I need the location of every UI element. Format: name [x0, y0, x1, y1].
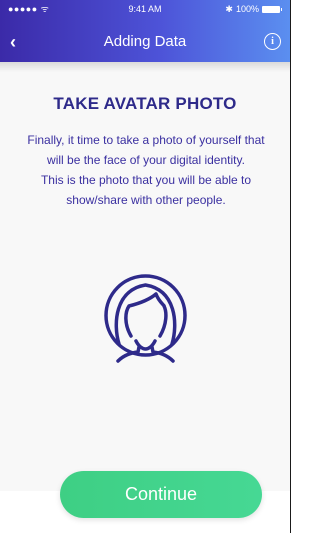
info-icon[interactable]: i	[264, 33, 281, 50]
bluetooth-icon: ✱	[225, 4, 233, 14]
header: ●●●●● ᯤ 9:41 AM ✱ 100% ‹ Adding Data i	[0, 0, 290, 62]
section-heading: TAKE AVATAR PHOTO	[53, 94, 237, 113]
battery-percent: 100%	[235, 4, 259, 14]
phone-screen: ●●●●● ᯤ 9:41 AM ✱ 100% ‹ Adding Data i T…	[0, 0, 291, 533]
avatar-placeholder-icon	[104, 274, 187, 363]
status-bar: ●●●●● ᯤ 9:41 AM ✱ 100%	[0, 0, 290, 18]
description-line-1: Finally, it time to take a photo of your…	[27, 133, 265, 167]
continue-button[interactable]: Continue	[60, 471, 262, 518]
header-shadow	[0, 62, 290, 72]
nav-bar: ‹ Adding Data i	[0, 28, 290, 56]
description: Finally, it time to take a photo of your…	[20, 130, 272, 210]
page-title: Adding Data	[103, 33, 187, 50]
description-line-2: This is the photo that you will be able …	[40, 173, 252, 207]
status-right: ✱ 100%	[225, 0, 282, 18]
battery-icon	[262, 5, 282, 13]
